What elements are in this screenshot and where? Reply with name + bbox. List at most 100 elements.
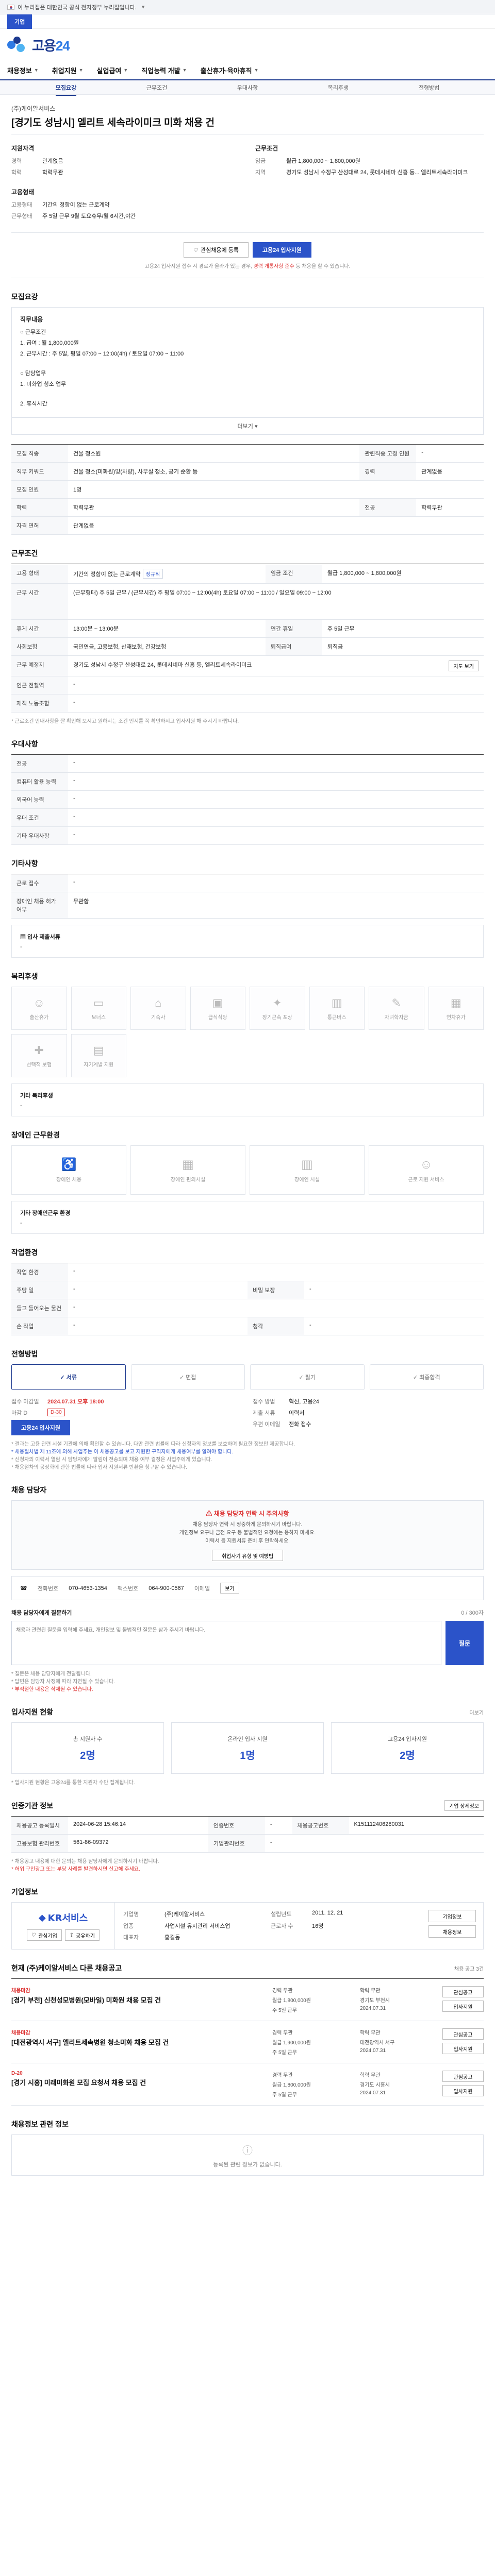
section-title: 작업환경 xyxy=(11,1248,38,1257)
section-title: 입사지원 현황 더보기 xyxy=(11,1708,484,1716)
apply-button[interactable]: 고용24 입사지원 xyxy=(252,242,311,258)
chevron-down-icon: ▼ xyxy=(254,67,259,73)
job-summary: 지원자격 경력 관계없음 학력 학력무관 고용형태 고용형태 기간의 정함이 없는 근… xyxy=(11,134,484,233)
reg-notes: * 채용공고 내용에 대한 문의는 채용 담당자에게 문의하시기 바랍니다. *… xyxy=(11,1859,159,1872)
process-steps: ✓ 서류 ✓ 면접 ✓ 필기 ✓ 최종합격 xyxy=(11,1364,484,1390)
stats-note: * 입사지원 현황은 고용24를 통한 지원자 수만 집계됩니다. xyxy=(11,1780,135,1786)
section-title: 채용정보 관련 정보 xyxy=(11,2120,69,2128)
interest-button[interactable]: 관심공고 xyxy=(442,2028,484,2040)
summary-heading: 고용형태 xyxy=(11,189,35,196)
tab-conditions[interactable]: 근무조건 xyxy=(146,83,167,92)
support-icon: ☺ xyxy=(420,1157,433,1172)
welfare-item: ✦ 장기근속 포상 xyxy=(250,987,305,1030)
fraud-guide-button[interactable]: 취업사기 유형 및 예방법 xyxy=(211,1550,284,1561)
summary-row: 고용형태 기간의 정함이 없는 근로계약 xyxy=(11,202,110,208)
env-icon-grid: ♿ 장애인 채용 ▦ 장애인 편의시설 ▥ 장애인 시설 ☺ 근로 지원 서비스 xyxy=(11,1145,484,1195)
table-row: 근로 접수 - xyxy=(11,874,484,892)
welfare-icon-grid: ☺ 출산휴가 ▭ 보너스 ⌂ 기숙사 ▣ 급식식당 ✦ 장기근속 포상 ▥ 통근버스 ✎ 자녀… xyxy=(11,987,484,1077)
welfare-section: 복리후생 ☺ 출산휴가 ▭ 보너스 ⌂ 기숙사 ▣ 급식식당 ✦ 장기근속 포상 ▥ 통근버… xyxy=(11,958,484,1116)
company-jobs-button[interactable]: 채용정보 xyxy=(428,1925,476,1938)
tab-enterprise[interactable]: 기업 xyxy=(7,14,32,29)
save-interest-button[interactable]: ♡ 관심채용에 등록 xyxy=(184,242,249,258)
job-link[interactable]: [경기 시흥] 미래미화원 모집 요청서 채용 모집 건 xyxy=(11,2078,272,2088)
apply-button[interactable]: 입사지원 xyxy=(442,2043,484,2054)
qna-header: 채용 담당자에게 질문하기 0 / 300자 xyxy=(11,1610,484,1616)
gov-banner-text: 이 누리집은 대한민국 공식 전자정부 누리집입니다. xyxy=(18,4,137,11)
section-title: 장애인 근무환경 xyxy=(11,1131,60,1139)
tab-welfare[interactable]: 복리후생 xyxy=(328,83,349,92)
nav-item-jobs[interactable]: 채용정보 ▼ xyxy=(7,65,39,75)
qna-send-button[interactable]: 질문 xyxy=(446,1621,484,1665)
section-title: 인증기관 정보 기업 상세정보 xyxy=(11,1800,484,1811)
company-share-button[interactable]: ⇪ 공유하기 xyxy=(64,1929,100,1941)
welfare-item: ▦ 연차휴가 xyxy=(428,987,484,1030)
fax-number: 064-900-0567 xyxy=(148,1585,184,1591)
stats-section: 입사지원 현황 더보기 총 지원자 수 2명 온라인 입사 지원 1명 고용24 입사… xyxy=(11,1693,484,1787)
apply-button[interactable]: 입사지원 xyxy=(442,2085,484,2096)
stats-more-link[interactable]: 더보기 xyxy=(469,1708,484,1716)
status-badge: 정규직 xyxy=(142,569,163,579)
other-jobs-list: 채용마감 [경기 부천] 신천성모병원(모바일) 미화원 채용 모집 건 경력 무… xyxy=(11,1978,484,2106)
summary-row: 학력 학력무관 xyxy=(11,170,63,176)
reg-section: 인증기관 정보 기업 상세정보 채용공고 등록일시 2024-06-28 15:46… xyxy=(11,1787,484,1873)
nav-item-training[interactable]: 직업능력 개발 ▼ xyxy=(141,65,187,75)
welfare-item: ✚ 선택적 보험 xyxy=(11,1034,67,1077)
table-row: 장애인 채용 허가 여부 무관함 xyxy=(11,892,484,919)
tab-process[interactable]: 전형방법 xyxy=(419,83,439,92)
list-item[interactable]: 채용마감 [대전광역시 서구] 엘리트세속병원 청소미화 채용 모집 건 경력 무… xyxy=(11,2021,484,2063)
job-link[interactable]: [대전광역시 서구] 엘리트세속병원 청소미화 채용 모집 건 xyxy=(11,2038,272,2047)
conditions-footnote: * 근로조건 안내사항을 잘 확인해 보시고 원하시는 조건 인지를 꼭 확인하… xyxy=(11,719,239,724)
tab-recruit[interactable]: 모집요강 xyxy=(55,83,77,96)
tab-preferred[interactable]: 우대사항 xyxy=(237,83,258,92)
company-card: ◆ KR서비스 ♡ 관심기업 ⇪ 공유하기 기업명 (주)케이알서비스 설립년도 2011… xyxy=(11,1902,484,1950)
company-name[interactable]: (주)케이알서비스 xyxy=(11,104,484,113)
company-interest-button[interactable]: ♡ 관심기업 xyxy=(27,1929,62,1941)
phone-number[interactable]: 070-4653-1354 xyxy=(69,1585,107,1591)
qna-input[interactable] xyxy=(11,1621,441,1665)
nav-item-support[interactable]: 취업지원 ▼ xyxy=(52,65,84,75)
check-icon: ✓ xyxy=(179,1374,185,1381)
preferred-section: 우대사항 전공 - 컴퓨터 활용 능력 - 외국어 능력 - 우대 조건 - 기타 우대… xyxy=(11,725,484,845)
list-item[interactable]: D-20 [경기 시흥] 미래미화원 모집 요청서 채용 모집 건 경력 무관 학력… xyxy=(11,2063,484,2106)
apply-info: 접수 마감일 2024.07.31 오후 18:00 마감 D D-30 고용24 … xyxy=(11,1397,484,1435)
interest-button[interactable]: 관심공고 xyxy=(442,2071,484,2082)
company-detail-button[interactable]: 기업 상세정보 xyxy=(444,1800,484,1811)
map-button[interactable]: 지도 보기 xyxy=(449,660,478,671)
company-info-button[interactable]: 기업정보 xyxy=(428,1910,476,1922)
info-icon: ⓘ xyxy=(242,2145,253,2157)
env-item: ▥ 장애인 시설 xyxy=(250,1145,365,1195)
kr-logo-icon: ◆ xyxy=(38,1912,46,1923)
table-row: 컴퓨터 활용 능력 - xyxy=(11,772,484,791)
conditions-table: 고용 형태 기간의 정함이 없는 근로계약 정규직 임금 조건 월급 1,800,000… xyxy=(11,564,484,713)
page-title: [경기도 성남시] 엘리트 세속라이미크 미화 채용 건 xyxy=(11,117,214,128)
job-link[interactable]: [경기 부천] 신천성모병원(모바일) 미화원 채용 모집 건 xyxy=(11,1996,272,2005)
list-item[interactable]: 채용마감 [경기 부천] 신천성모병원(모바일) 미화원 채용 모집 건 경력 무… xyxy=(11,1979,484,2021)
interest-button[interactable]: 관심공고 xyxy=(442,1986,484,1997)
table-row: 직무 키워드 건물 청소(미화원)및(차량), 사무실 청소, 공기 순환 등 경력… xyxy=(11,462,484,481)
insurance-icon: ✚ xyxy=(34,1043,44,1057)
nav-item-leave[interactable]: 출산휴가·육아휴직 ▼ xyxy=(201,65,259,75)
apply-button-2[interactable]: 고용24 입사지원 xyxy=(11,1420,71,1435)
education-icon: ✎ xyxy=(391,996,401,1009)
expand-button[interactable]: 더보기 ▾ xyxy=(11,418,484,435)
nav-item-unemployment[interactable]: 실업급여 ▼ xyxy=(97,65,128,75)
facility-icon: ▦ xyxy=(182,1158,194,1172)
email-view-button[interactable]: 보기 xyxy=(220,1583,239,1594)
check-icon: ✓ xyxy=(60,1374,65,1381)
conditions-section: 근무조건 고용 형태 기간의 정함이 없는 근로계약 정규직 임금 조건 월급 1,80… xyxy=(11,535,484,725)
duty-list: ○ 근무조건 1. 급여 : 월 1,800,000원 2. 근무시간 : 주 … xyxy=(20,329,184,407)
gov-banner[interactable]: 이 누리집은 대한민국 공식 전자정부 누리집입니다. ▾ xyxy=(0,0,495,14)
table-row: 휴게 시간 13:00분 ~ 13:00분 연간 휴일 주 5일 근무 xyxy=(11,619,484,638)
env-etc-box: 기타 장애인근무 환경 - xyxy=(11,1201,484,1234)
chevron-down-icon: ▼ xyxy=(78,67,84,73)
logo-text[interactable]: 고용24 xyxy=(32,36,70,55)
main-navigation: 채용정보 ▼ 취업지원 ▼ 실업급여 ▼ 직업능력 개발 ▼ 출산휴가·육아휴직 ▼ xyxy=(0,61,495,80)
summary-heading: 지원자격 xyxy=(11,145,35,152)
table-row: 주당 일 - 비밀 보장 - xyxy=(11,1281,484,1299)
logo-icon[interactable] xyxy=(7,36,26,54)
work-env-section: 작업환경 작업 환경 - 주당 일 - 비밀 보장 - 들고 들어오는 물건 - 손 작업… xyxy=(11,1234,484,1335)
documents-box: ▤ 입사 제출서류 - xyxy=(11,925,484,958)
process-step: ✓ 최종합격 xyxy=(369,1364,484,1390)
section-title: 우대사항 xyxy=(11,740,38,748)
apply-button[interactable]: 입사지원 xyxy=(442,2001,484,2012)
